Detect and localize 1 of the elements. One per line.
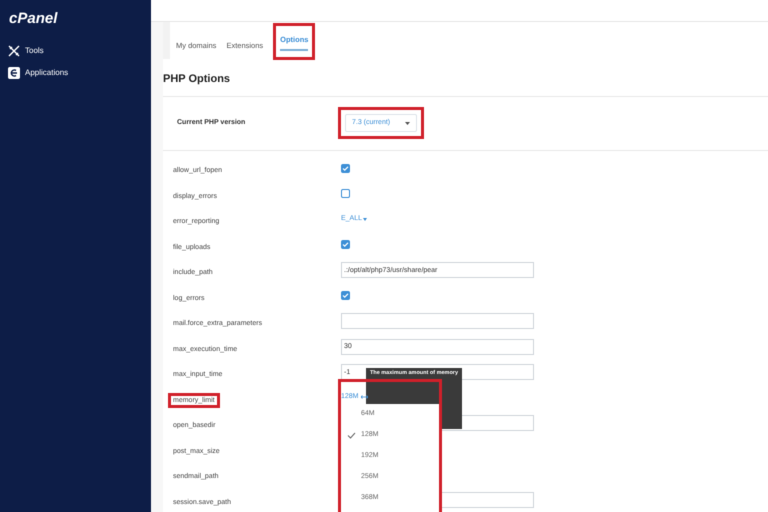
page-heading: PHP Options: [163, 72, 232, 87]
